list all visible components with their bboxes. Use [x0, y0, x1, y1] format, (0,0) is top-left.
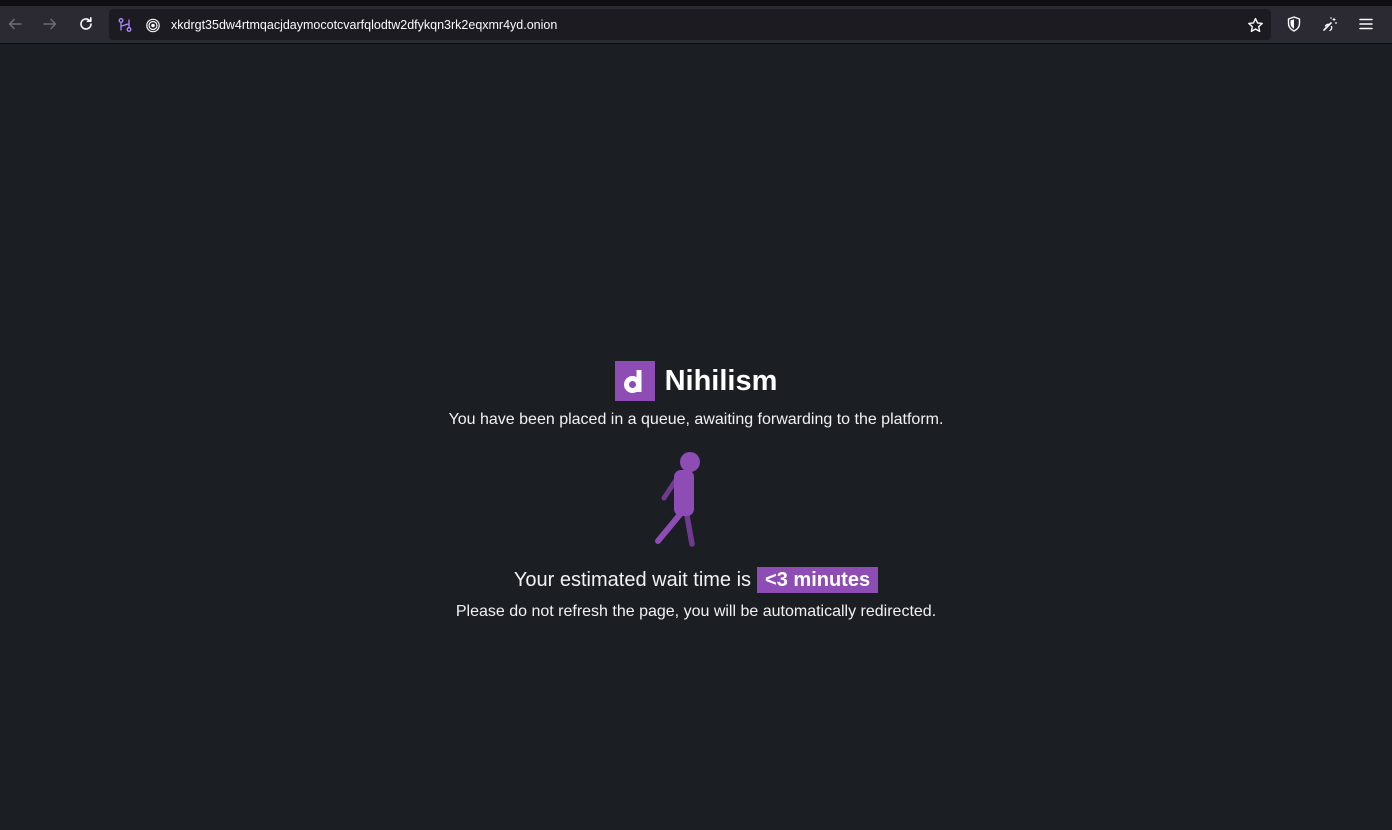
tor-circuit-icon: [118, 18, 132, 32]
new-identity-button[interactable]: [1315, 10, 1345, 38]
back-button[interactable]: [0, 10, 30, 38]
walking-figure-icon: [655, 452, 700, 547]
queue-message: You have been placed in a queue, awaitin…: [448, 411, 944, 428]
forward-button[interactable]: [35, 10, 65, 38]
wait-time-line: Your estimated wait time is <3 minutes: [0, 566, 1392, 594]
url-text[interactable]: xkdrgt35dw4rtmqacjdaymocotcvarfqlodtw2df…: [171, 17, 557, 33]
onion-icon: [146, 18, 160, 33]
address-bar[interactable]: xkdrgt35dw4rtmqacjdaymocotcvarfqlodtw2df…: [109, 9, 1271, 40]
bookmark-button[interactable]: [1246, 16, 1264, 34]
browser-toolbar: xkdrgt35dw4rtmqacjdaymocotcvarfqlodtw2df…: [0, 6, 1392, 44]
wait-time-prefix: Your estimated wait time is: [513, 569, 752, 591]
wait-time-badge: <3 minutes: [757, 567, 879, 593]
shield-icon: [1287, 16, 1301, 32]
page-content: Nihilism You have been placed in a queue…: [0, 44, 1392, 830]
forward-arrow-icon: [43, 18, 57, 30]
brand-name: Nihilism: [664, 365, 778, 397]
reload-button[interactable]: [71, 10, 101, 38]
security-level-button[interactable]: [1279, 10, 1309, 38]
site-info-button[interactable]: [144, 16, 162, 34]
site-logo: [614, 361, 655, 401]
tor-circuit-button[interactable]: [116, 16, 134, 34]
new-identity-icon: [1323, 17, 1337, 32]
menu-icon: [1359, 18, 1373, 30]
bookmark-star-icon: [1247, 17, 1263, 32]
back-arrow-icon: [8, 18, 22, 30]
app-menu-button[interactable]: [1351, 10, 1381, 38]
brand-header: Nihilism: [0, 361, 1392, 401]
logo-d-icon: [623, 370, 642, 393]
reload-icon: [80, 17, 92, 30]
redirect-message: Please do not refresh the page, you will…: [455, 603, 937, 620]
